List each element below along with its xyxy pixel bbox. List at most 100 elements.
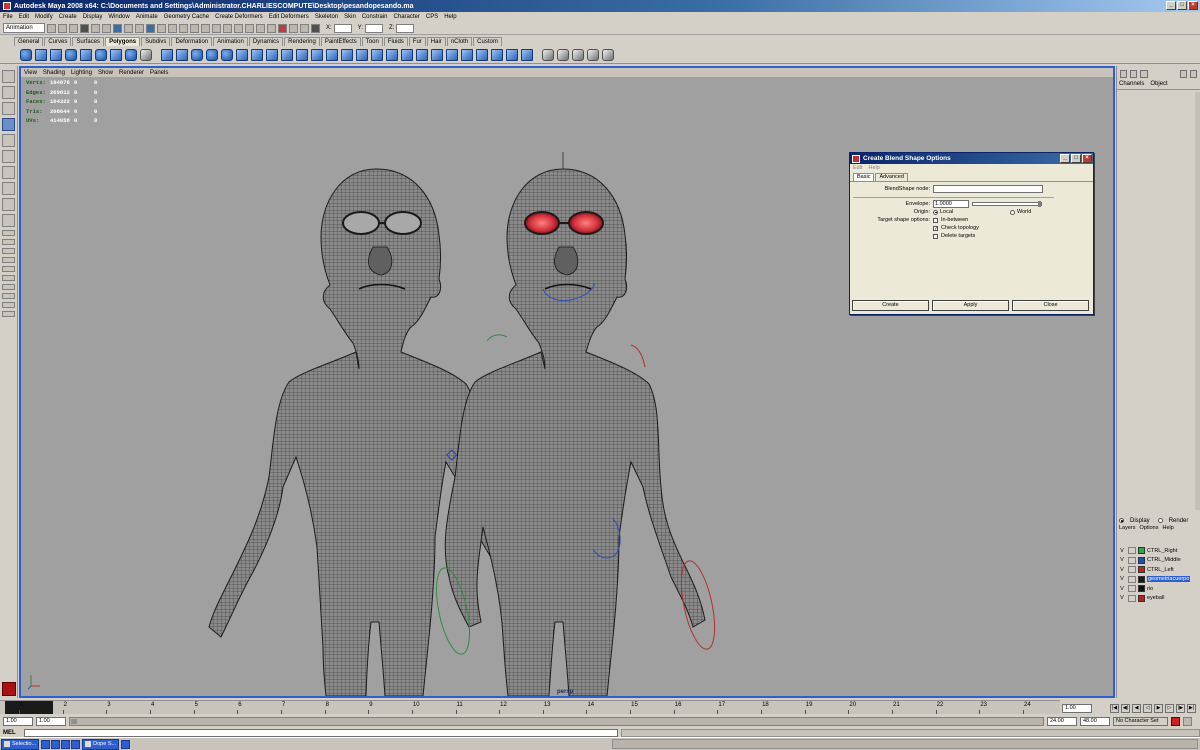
shelf-tab-surfaces[interactable]: Surfaces [72,37,105,46]
character-right-mesh[interactable] [444,168,706,696]
shelf-tab-fluids[interactable]: Fluids [383,37,408,46]
boolean-intersection-icon[interactable] [221,48,233,61]
apply-button[interactable]: Apply [932,300,1009,311]
menu-window[interactable]: Window [108,14,129,20]
menu-create[interactable]: Create [59,14,77,20]
animation-preferences-icon[interactable] [1183,716,1192,726]
layer-mode[interactable] [1128,547,1136,555]
render-settings-icon[interactable] [300,23,309,33]
layer-mode[interactable] [1128,556,1136,564]
tool-settings-toggle-icon[interactable] [1140,69,1148,78]
make-live-icon[interactable] [245,23,254,33]
wedge-face-icon[interactable] [491,48,503,61]
shelf-tab-painteffects[interactable]: PaintEffects [320,37,361,46]
shelf-tab-dynamics[interactable]: Dynamics [248,37,284,46]
shelf-tab-custom[interactable]: Custom [473,37,502,46]
layout-persp-outliner-icon[interactable] [2,248,15,254]
blendshape-node-field[interactable] [933,185,1043,193]
history-icon[interactable] [256,23,265,33]
uv-cylindrical-icon[interactable] [557,48,569,61]
layer-menu-help[interactable]: Help [1162,525,1173,533]
z-field[interactable] [396,23,415,33]
soft-modification-icon[interactable] [2,182,15,195]
extract-icon[interactable] [521,48,533,61]
x-field[interactable] [333,23,352,33]
uv-automatic-icon[interactable] [587,48,599,61]
envelope-slider[interactable] [972,201,1042,207]
layer-mode[interactable] [1128,585,1136,593]
menu-create-deformers[interactable]: Create Deformers [215,14,263,20]
shelf-tab-curves[interactable]: Curves [44,37,72,46]
render-current-icon[interactable] [278,23,287,33]
select-tool-icon[interactable] [2,70,15,83]
menu-display[interactable]: Display [83,14,103,20]
close-button[interactable]: × [1188,1,1198,10]
layer-item[interactable]: V geometriacuerpo [1117,575,1200,585]
current-frame-field[interactable]: 1.00 [1062,703,1092,713]
vp-menu-show[interactable]: Show [98,70,113,76]
split-polygon-icon[interactable] [386,48,398,61]
open-scene-icon[interactable] [58,23,67,33]
uv-planar-icon[interactable] [542,48,554,61]
layout-persp-trax-icon[interactable] [2,275,15,281]
mask-handles-icon[interactable] [113,23,122,33]
lasso-tool-icon[interactable] [2,86,15,99]
layout-hypershade-icon[interactable] [2,266,15,272]
layer-item[interactable]: V rio [1117,584,1200,594]
poly-torus-icon[interactable] [95,48,107,61]
menu-edit-deformers[interactable]: Edit Deformers [269,14,309,20]
menu-constrain[interactable]: Constrain [362,14,388,20]
append-polygon-icon[interactable] [371,48,383,61]
last-tool-icon[interactable] [2,214,15,227]
step-back-key-icon[interactable]: ◀| [1121,703,1130,713]
paint-select-tool-icon[interactable] [2,102,15,115]
layer-color[interactable] [1138,547,1145,555]
menu-skin[interactable]: Skin [344,14,356,20]
poly-prism-icon[interactable] [110,48,122,61]
vp-menu-renderer[interactable]: Renderer [119,70,144,76]
shelf-tab-animation[interactable]: Animation [213,37,248,46]
mask-joints-icon[interactable] [124,23,133,33]
layer-item[interactable]: V eyeball [1117,594,1200,604]
uv-spherical-icon[interactable] [572,48,584,61]
vp-menu-lighting[interactable]: Lighting [71,70,92,76]
play-forwards-icon[interactable]: ▶ [1154,703,1163,713]
go-to-end-icon[interactable]: ▶| [1187,703,1196,713]
origin-world-radio[interactable] [1010,209,1015,215]
menu-geometry-cache[interactable]: Geometry Cache [164,14,209,20]
layer-color[interactable] [1138,594,1145,602]
current-frame-marker[interactable] [5,701,53,714]
boolean-union-icon[interactable] [191,48,203,61]
menu-modify[interactable]: Modify [35,14,53,20]
universal-manipulator-icon[interactable] [2,166,15,179]
combine-icon[interactable] [161,48,173,61]
dialog-close-button[interactable]: × [1082,154,1092,163]
extrude-icon[interactable] [341,48,353,61]
snap-curve-icon[interactable] [212,23,221,33]
select-object-icon[interactable] [91,23,100,33]
origin-local-radio[interactable] [933,209,938,215]
shelf-tab-polygons[interactable]: Polygons [105,37,141,46]
range-bar[interactable] [69,716,1044,726]
tab-channels[interactable]: Channels [1119,81,1144,89]
attribute-editor-toggle-icon[interactable] [1130,69,1138,78]
quadrangulate-icon[interactable] [296,48,308,61]
poly-pipe-icon[interactable] [140,48,152,61]
task-icon[interactable] [41,739,51,749]
auto-key-icon[interactable] [1171,716,1180,726]
duplicate-face-icon[interactable] [506,48,518,61]
channel-scrollbar[interactable] [1195,92,1200,510]
layer-color[interactable] [1138,575,1145,583]
layer-visibility[interactable]: V [1119,586,1125,592]
minimize-button[interactable]: _ [1166,1,1176,10]
snap-plane-icon[interactable] [234,23,243,33]
collapse-icon[interactable] [461,48,473,61]
tab-advanced[interactable]: Advanced [875,173,908,181]
ipr-render-icon[interactable] [289,23,298,33]
step-forward-icon[interactable]: ▷ [1165,703,1174,713]
dialog-maximize-button[interactable]: □ [1071,154,1081,163]
render-layer-radio[interactable] [1157,518,1163,523]
merge-vertex-icon[interactable] [446,48,458,61]
layer-visibility[interactable]: V [1119,595,1125,601]
bridge-icon[interactable] [356,48,368,61]
